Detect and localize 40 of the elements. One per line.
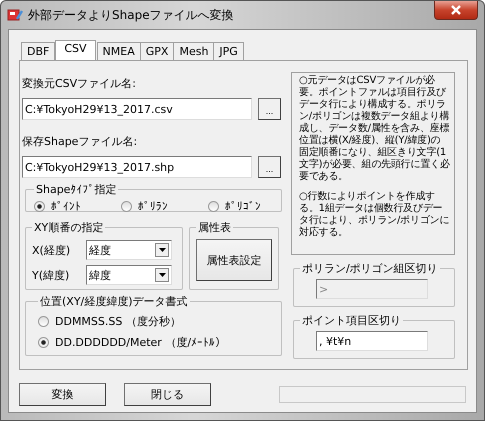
input-field[interactable]: C:¥TokyoH29¥13_2017.csv: [22, 98, 252, 120]
radio-button[interactable]: [121, 200, 132, 212]
dropdown[interactable]: 経度: [86, 240, 172, 260]
action-button[interactable]: 閉じる: [124, 382, 211, 406]
browse-button[interactable]: ...: [258, 98, 281, 120]
window-title: 外部データよりShapeファイルへ変換: [28, 6, 235, 24]
group-title: 属性表: [197, 220, 232, 235]
group-title: XY順番の指定: [33, 220, 104, 235]
group-title: 位置(XY/経度緯度)データ書式: [39, 294, 189, 309]
radio-option[interactable]: ﾎﾟﾘｺﾞﾝ: [208, 197, 261, 215]
tab[interactable]: CSV: [55, 40, 96, 60]
field-label: X(経度): [32, 242, 72, 258]
tab[interactable]: DBF: [21, 42, 56, 60]
note-text: ○行数によりポイントを作成する。1組データは個数行及びデータ行により、ポリラン/ポリゴンに対応する。: [299, 191, 450, 239]
input-field[interactable]: , ¥t¥n: [316, 331, 428, 351]
note-text: ○元データはCSVファイルが必要。ポイントファルは項目行及びデータ行により構成する。ポリラン/ポリゴンは複数データ組より構成し、データ数/属性を含み、座標位置は横(X/経度)、縦(Y/緯度)の固定順番になり、組区きり文字(1文字)が必要、組の先頭行に置く必要である。: [299, 75, 450, 183]
radio-button[interactable]: [38, 336, 49, 348]
action-button[interactable]: 変換: [19, 382, 106, 406]
attribute-table-button[interactable]: 属性表設定: [196, 239, 272, 281]
radio-button[interactable]: [208, 200, 219, 212]
group-title: Shapeﾀｲﾌﾟ指定: [35, 182, 118, 197]
input-field[interactable]: C:¥TokyoH29¥13_2017.shp: [22, 156, 252, 178]
field-label: 保存Shapeファイル名:: [22, 134, 138, 150]
group-title: ポイント項目区切り: [301, 313, 402, 328]
radio-option[interactable]: DD.DDDDDD/Meter （度/ﾒｰﾄﾙ）: [38, 333, 269, 351]
group-title: ポリラン/ポリゴン組区切り: [301, 261, 439, 276]
radio-option[interactable]: DDMMSS.SS （度分秒）: [38, 312, 269, 330]
radio-button[interactable]: [34, 200, 45, 212]
app-icon: [7, 7, 23, 23]
field-label: 変換元CSVファイル名:: [22, 76, 137, 92]
tab[interactable]: NMEA: [96, 42, 141, 60]
radio-option[interactable]: ﾎﾟｲﾝﾄ: [34, 197, 81, 215]
tab[interactable]: JPG: [213, 42, 244, 60]
field-label: Y(緯度): [32, 268, 70, 282]
close-icon: [450, 5, 462, 15]
browse-button[interactable]: ...: [258, 156, 281, 178]
dropdown[interactable]: 緯度: [86, 265, 172, 285]
close-button[interactable]: [434, 1, 478, 20]
radio-button[interactable]: [38, 316, 49, 326]
radio-option[interactable]: ﾎﾟﾘﾗﾝ: [121, 197, 168, 215]
